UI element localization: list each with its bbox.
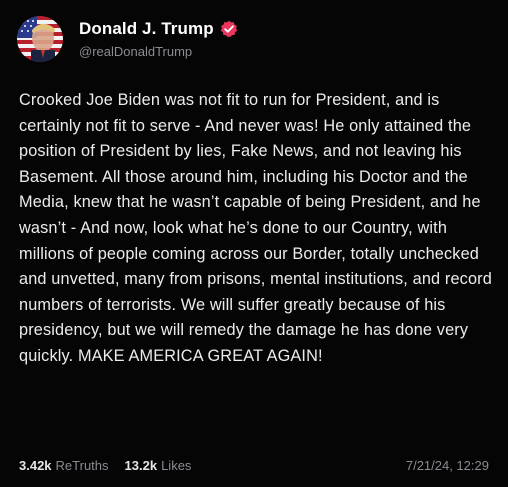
retruths-label: ReTruths — [55, 458, 109, 473]
author-display-name[interactable]: Donald J. Trump — [79, 19, 214, 39]
verified-badge-icon — [220, 20, 238, 38]
likes-label: Likes — [161, 458, 192, 473]
likes-stat[interactable]: 13.2k Likes — [125, 458, 192, 473]
truth-post-card: Donald J. Trump @realDonaldTrump Crooked… — [0, 0, 508, 487]
likes-count: 13.2k — [124, 458, 158, 473]
author-info: Donald J. Trump @realDonaldTrump — [79, 19, 238, 59]
retruths-count: 3.42k — [19, 458, 52, 473]
post-footer: 3.42k ReTruths 13.2k Likes 7/21/24, 12:2… — [19, 458, 489, 473]
post-timestamp[interactable]: 7/21/24, 12:29 — [406, 458, 489, 473]
post-header: Donald J. Trump @realDonaldTrump — [17, 16, 238, 62]
author-handle[interactable]: @realDonaldTrump — [79, 44, 238, 59]
name-row: Donald J. Trump — [79, 19, 238, 39]
flag-portrait-avatar-icon — [17, 16, 63, 62]
avatar[interactable] — [17, 16, 63, 62]
retruths-stat[interactable]: 3.42k ReTruths — [19, 458, 109, 473]
post-text: Crooked Joe Biden was not fit to run for… — [19, 91, 492, 365]
